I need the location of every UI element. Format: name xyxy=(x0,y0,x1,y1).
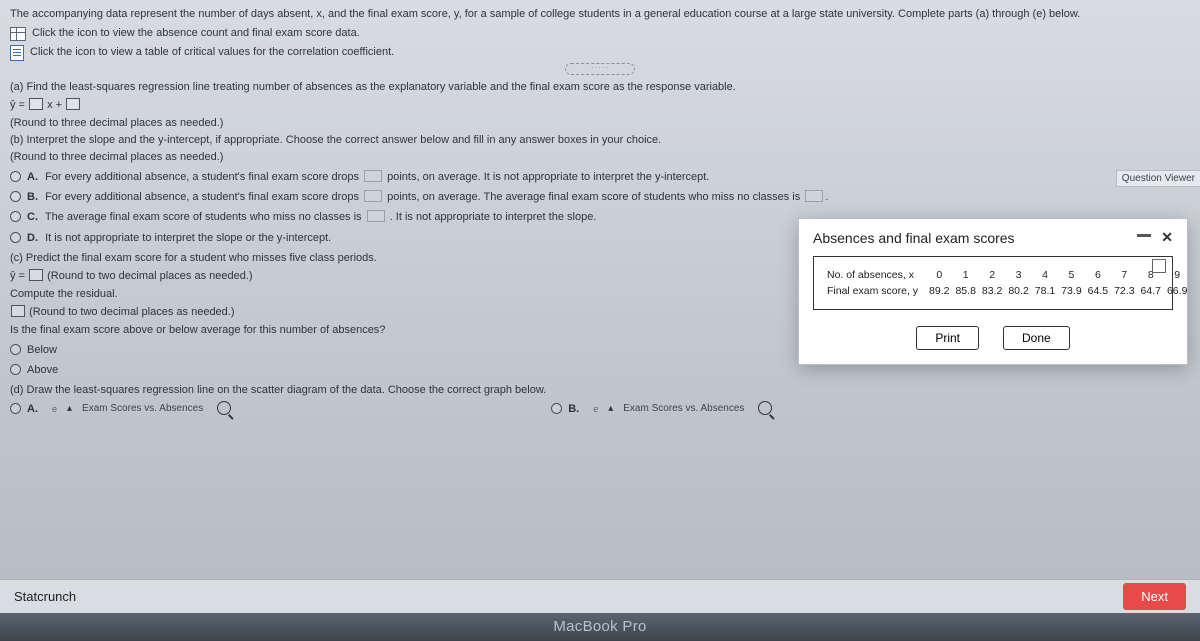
slope-input[interactable] xyxy=(29,98,43,110)
residual-input[interactable] xyxy=(11,305,25,317)
label-b: B. xyxy=(27,191,38,203)
data-table-box: No. of absences, x 0123456789 Final exam… xyxy=(813,256,1173,310)
y2: 83.2 xyxy=(979,283,1005,299)
yhat-c-label: ŷ = xyxy=(10,270,25,282)
popup-title: Absences and final exam scores xyxy=(813,230,1015,246)
axis-marker-a: e xyxy=(52,403,57,417)
graph-a-title: Exam Scores vs. Absences xyxy=(82,401,203,417)
y8: 64.7 xyxy=(1138,283,1164,299)
part-a-prompt: (a) Find the least-squares regression li… xyxy=(10,79,1190,96)
label-a: A. xyxy=(27,171,38,183)
y3: 80.2 xyxy=(1005,283,1031,299)
d-label-a: A. xyxy=(27,401,38,418)
footer-bar: Statcrunch Next xyxy=(0,579,1200,613)
y1: 85.8 xyxy=(952,283,978,299)
statcrunch-link[interactable]: Statcrunch xyxy=(14,589,76,604)
table-row: No. of absences, x 0123456789 xyxy=(824,267,1190,283)
radio-above[interactable] xyxy=(10,364,21,375)
y9: 66.9 xyxy=(1164,283,1190,299)
radio-b-d[interactable] xyxy=(10,232,21,243)
opt-d-text: It is not appropriate to interpret the s… xyxy=(45,232,331,244)
label-d: D. xyxy=(27,232,38,244)
y0: 89.2 xyxy=(926,283,952,299)
part-c-hint1: (Round to two decimal places as needed.) xyxy=(47,270,252,282)
radio-b-a[interactable] xyxy=(10,171,21,182)
radio-d-a[interactable] xyxy=(10,403,21,414)
x0: 0 xyxy=(926,267,952,283)
part-a-hint: (Round to three decimal places as needed… xyxy=(10,115,1190,132)
magnify-icon-a[interactable] xyxy=(217,401,231,415)
part-b-hint: (Round to three decimal places as needed… xyxy=(10,149,1190,166)
opt-b-blank2[interactable] xyxy=(805,190,823,202)
opt-c-text2: . It is not appropriate to interpret the… xyxy=(390,211,597,223)
part-b-prompt: (b) Interpret the slope and the y-interc… xyxy=(10,132,1190,149)
opt-below: Below xyxy=(27,342,57,359)
part-d-prompt: (d) Draw the least-squares regression li… xyxy=(10,382,1190,399)
radio-b-c[interactable] xyxy=(10,211,21,222)
x7: 7 xyxy=(1111,267,1137,283)
x9: 9 xyxy=(1164,267,1190,283)
x-plus-label: x + xyxy=(47,99,62,111)
opt-b-text2: points, on average. The average final ex… xyxy=(387,191,800,203)
row-y-label: Final exam score, y xyxy=(824,283,926,299)
opt-b-text1: For every additional absence, a student'… xyxy=(45,191,359,203)
minimize-icon[interactable] xyxy=(1137,234,1151,237)
label-c: C. xyxy=(27,211,38,223)
up-arrow-icon: ▴ xyxy=(67,401,72,417)
part-c-hint2: (Round to two decimal places as needed.) xyxy=(29,306,234,318)
data-table: No. of absences, x 0123456789 Final exam… xyxy=(824,267,1190,299)
next-button[interactable]: Next xyxy=(1123,583,1186,610)
x4: 4 xyxy=(1032,267,1058,283)
close-icon[interactable]: ✕ xyxy=(1161,229,1173,246)
view-critical-values-link[interactable]: Click the icon to view a table of critic… xyxy=(30,44,394,61)
opt-a-blank[interactable] xyxy=(364,170,382,182)
opt-b-blank1[interactable] xyxy=(364,190,382,202)
part-a-equation: ŷ = x + xyxy=(10,97,1190,114)
table-row: Final exam score, y 89.285.883.280.278.1… xyxy=(824,283,1190,299)
opt-a-text2: points, on average. It is not appropriat… xyxy=(387,171,709,183)
section-divider xyxy=(565,63,635,75)
y7: 72.3 xyxy=(1111,283,1137,299)
graph-b-title: Exam Scores vs. Absences xyxy=(623,401,744,417)
magnify-icon-b[interactable] xyxy=(758,401,772,415)
yhat-label: ŷ = xyxy=(10,99,25,111)
critical-values-icon[interactable] xyxy=(10,45,24,61)
copy-icon[interactable] xyxy=(1154,261,1166,273)
predict-input[interactable] xyxy=(29,269,43,281)
view-data-link[interactable]: Click the icon to view the absence count… xyxy=(32,25,360,42)
data-table-icon[interactable] xyxy=(10,27,26,41)
opt-a-text1: For every additional absence, a student'… xyxy=(45,171,359,183)
opt-c-blank[interactable] xyxy=(367,210,385,222)
radio-b-b[interactable] xyxy=(10,191,21,202)
row-x-label: No. of absences, x xyxy=(824,267,926,283)
data-popup: Absences and final exam scores ✕ No. of … xyxy=(798,218,1188,365)
opt-above: Above xyxy=(27,362,58,379)
axis-marker-b: e xyxy=(593,403,598,417)
d-label-b: B. xyxy=(568,401,579,418)
x2: 2 xyxy=(979,267,1005,283)
y5: 73.9 xyxy=(1058,283,1084,299)
radio-d-b[interactable] xyxy=(551,403,562,414)
opt-c-text1: The average final exam score of students… xyxy=(45,211,362,223)
x3: 3 xyxy=(1005,267,1031,283)
x6: 6 xyxy=(1085,267,1111,283)
y6: 64.5 xyxy=(1085,283,1111,299)
question-viewer-tab[interactable]: Question Viewer xyxy=(1116,170,1200,187)
radio-below[interactable] xyxy=(10,344,21,355)
done-button[interactable]: Done xyxy=(1003,326,1070,350)
up-arrow-icon-b: ▴ xyxy=(608,401,613,417)
intercept-input[interactable] xyxy=(66,98,80,110)
device-label: MacBook Pro xyxy=(0,613,1200,641)
x5: 5 xyxy=(1058,267,1084,283)
intro-text: The accompanying data represent the numb… xyxy=(10,6,1190,23)
x1: 1 xyxy=(952,267,978,283)
print-button[interactable]: Print xyxy=(916,326,979,350)
y4: 78.1 xyxy=(1032,283,1058,299)
